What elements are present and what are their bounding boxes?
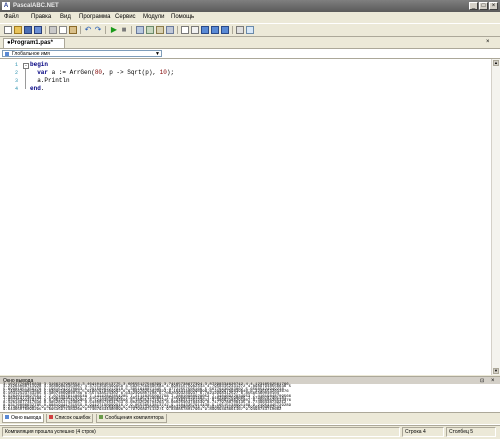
code-text: .: [40, 85, 45, 92]
paste-icon[interactable]: [69, 26, 77, 34]
run-icon[interactable]: ▶: [110, 26, 118, 34]
row-label: Строка: [405, 429, 422, 435]
minimize-button[interactable]: _: [469, 2, 478, 10]
format-icon[interactable]: [236, 26, 244, 34]
tab-label: ●Program1.pas*: [7, 40, 53, 46]
close-button[interactable]: ×: [489, 2, 498, 10]
scroll-up-icon[interactable]: ▲: [493, 60, 499, 66]
status-message: Компиляция прошла успешно (4 строк): [2, 427, 400, 437]
status-row: Строка 4: [402, 427, 444, 437]
tab-label: Сообщения компилятора: [105, 415, 164, 421]
code-line: a.Println: [30, 77, 70, 85]
row-value: 4: [422, 429, 426, 435]
status-bar: Компиляция прошла успешно (4 строк) Стро…: [0, 425, 500, 439]
editor-tab-strip: ●Program1.pas* ×: [0, 37, 500, 49]
scroll-down-icon[interactable]: ▼: [493, 368, 499, 374]
menu-edit[interactable]: Правка: [31, 13, 51, 21]
redo-icon[interactable]: ↷: [94, 26, 102, 34]
menu-modules[interactable]: Модули: [143, 13, 165, 21]
layout-bottom-icon[interactable]: [211, 26, 219, 34]
code-text: , p -> Sqrt(p),: [102, 69, 160, 76]
tab-label: Список ошибок: [55, 415, 91, 421]
form-icon[interactable]: [191, 26, 199, 34]
toolbar-separator: [105, 26, 106, 34]
code-number: 80: [94, 69, 103, 76]
menu-bar: Файл Правка Вид Программа Сервис Модули …: [0, 12, 500, 22]
line-number: 3: [14, 78, 18, 84]
save-all-icon[interactable]: [34, 26, 42, 34]
line-number: 2: [14, 70, 18, 76]
error-list-icon: [49, 415, 53, 419]
window-title: PascalABC.NET: [13, 3, 59, 9]
copy-icon[interactable]: [59, 26, 67, 34]
code-editor[interactable]: 1 2 3 4 − begin var a := ArrGen(80, p ->…: [0, 59, 491, 375]
code-text: );: [166, 69, 175, 76]
status-column: Столбец 5: [446, 427, 496, 437]
compile-icon[interactable]: [181, 26, 189, 34]
toolbar-separator: [80, 26, 81, 34]
fold-toggle-icon[interactable]: −: [23, 63, 29, 69]
new-file-icon[interactable]: [4, 26, 12, 34]
toolbar-separator: [131, 26, 132, 34]
open-folder-icon[interactable]: [14, 26, 22, 34]
bottom-tabs: Окно вывода Список ошибок Сообщения комп…: [0, 412, 500, 424]
editor-scrollbar[interactable]: ▲ ▼: [491, 59, 500, 375]
menu-file[interactable]: Файл: [4, 13, 19, 21]
tab-compiler-messages[interactable]: Сообщения компилятора: [96, 414, 167, 423]
step-over-icon[interactable]: [156, 26, 164, 34]
keyword: var: [30, 69, 49, 76]
tab-program1[interactable]: ●Program1.pas*: [3, 38, 65, 48]
fold-guide: [25, 69, 26, 89]
line-number: 4: [14, 86, 18, 92]
save-icon[interactable]: [24, 26, 32, 34]
code-text: a.Println: [30, 77, 70, 84]
keyword: end: [30, 85, 41, 92]
stop-icon[interactable]: ■: [120, 26, 128, 34]
maximize-button[interactable]: □: [479, 2, 488, 10]
close-tab-icon[interactable]: ×: [486, 39, 490, 45]
menu-view[interactable]: Вид: [60, 13, 71, 21]
col-value: 5: [470, 429, 474, 435]
code-line: begin: [30, 61, 48, 69]
app-icon: A: [2, 2, 10, 10]
status-text: Компиляция прошла успешно (4 строк): [5, 429, 96, 435]
output-tab-icon: [5, 415, 9, 419]
search-icon[interactable]: [246, 26, 254, 34]
toolbar: ↶ ↷ ▶ ■: [0, 23, 500, 37]
cut-icon[interactable]: [49, 26, 57, 34]
code-line: var a := ArrGen(80, p -> Sqrt(p), 10);: [30, 69, 174, 77]
tab-label: Окно вывода: [11, 415, 42, 421]
chevron-down-icon: ▼: [155, 51, 160, 57]
line-number: 1: [14, 62, 18, 68]
tab-error-list[interactable]: Список ошибок: [46, 414, 94, 423]
scope-bar: Глобальное имя ▼: [0, 49, 500, 59]
debug-icon[interactable]: [136, 26, 144, 34]
code-line: end.: [30, 85, 44, 93]
menu-help[interactable]: Помощь: [171, 13, 194, 21]
menu-program[interactable]: Программа: [79, 13, 110, 21]
layout-split-icon[interactable]: [221, 26, 229, 34]
scope-icon: [5, 52, 9, 56]
toolbar-separator: [177, 26, 178, 34]
step-into-icon[interactable]: [166, 26, 174, 34]
code-text: a := ArrGen(: [48, 69, 95, 76]
compiler-messages-icon: [99, 415, 103, 419]
col-label: Столбец: [449, 429, 469, 435]
step-icon[interactable]: [146, 26, 154, 34]
toolbar-separator: [45, 26, 46, 34]
scope-value: Глобальное имя: [12, 51, 50, 57]
code-number: 10: [159, 69, 167, 76]
layout-left-icon[interactable]: [201, 26, 209, 34]
tab-output-window[interactable]: Окно вывода: [2, 414, 45, 423]
scope-combo[interactable]: Глобальное имя ▼: [2, 50, 162, 57]
undo-icon[interactable]: ↶: [84, 26, 92, 34]
title-bar: A PascalABC.NET _ □ ×: [0, 0, 500, 12]
menu-service[interactable]: Сервис: [115, 13, 136, 21]
toolbar-separator: [232, 26, 233, 34]
keyword: begin: [30, 61, 49, 68]
